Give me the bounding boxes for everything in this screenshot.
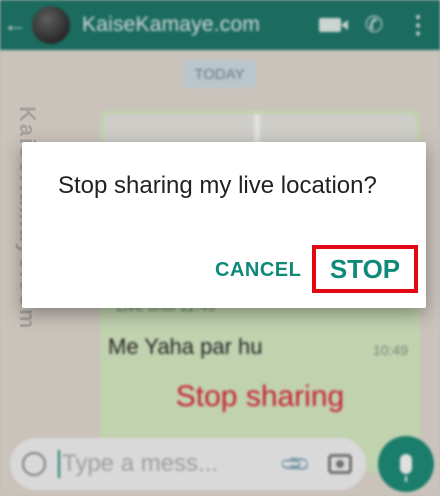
stop-sharing-dialog: Stop sharing my live location? CANCEL ST… — [22, 142, 426, 308]
dialog-message: Stop sharing my live location? — [58, 172, 377, 199]
stop-button[interactable]: STOP — [312, 245, 418, 293]
cancel-button[interactable]: CANCEL — [215, 259, 301, 282]
